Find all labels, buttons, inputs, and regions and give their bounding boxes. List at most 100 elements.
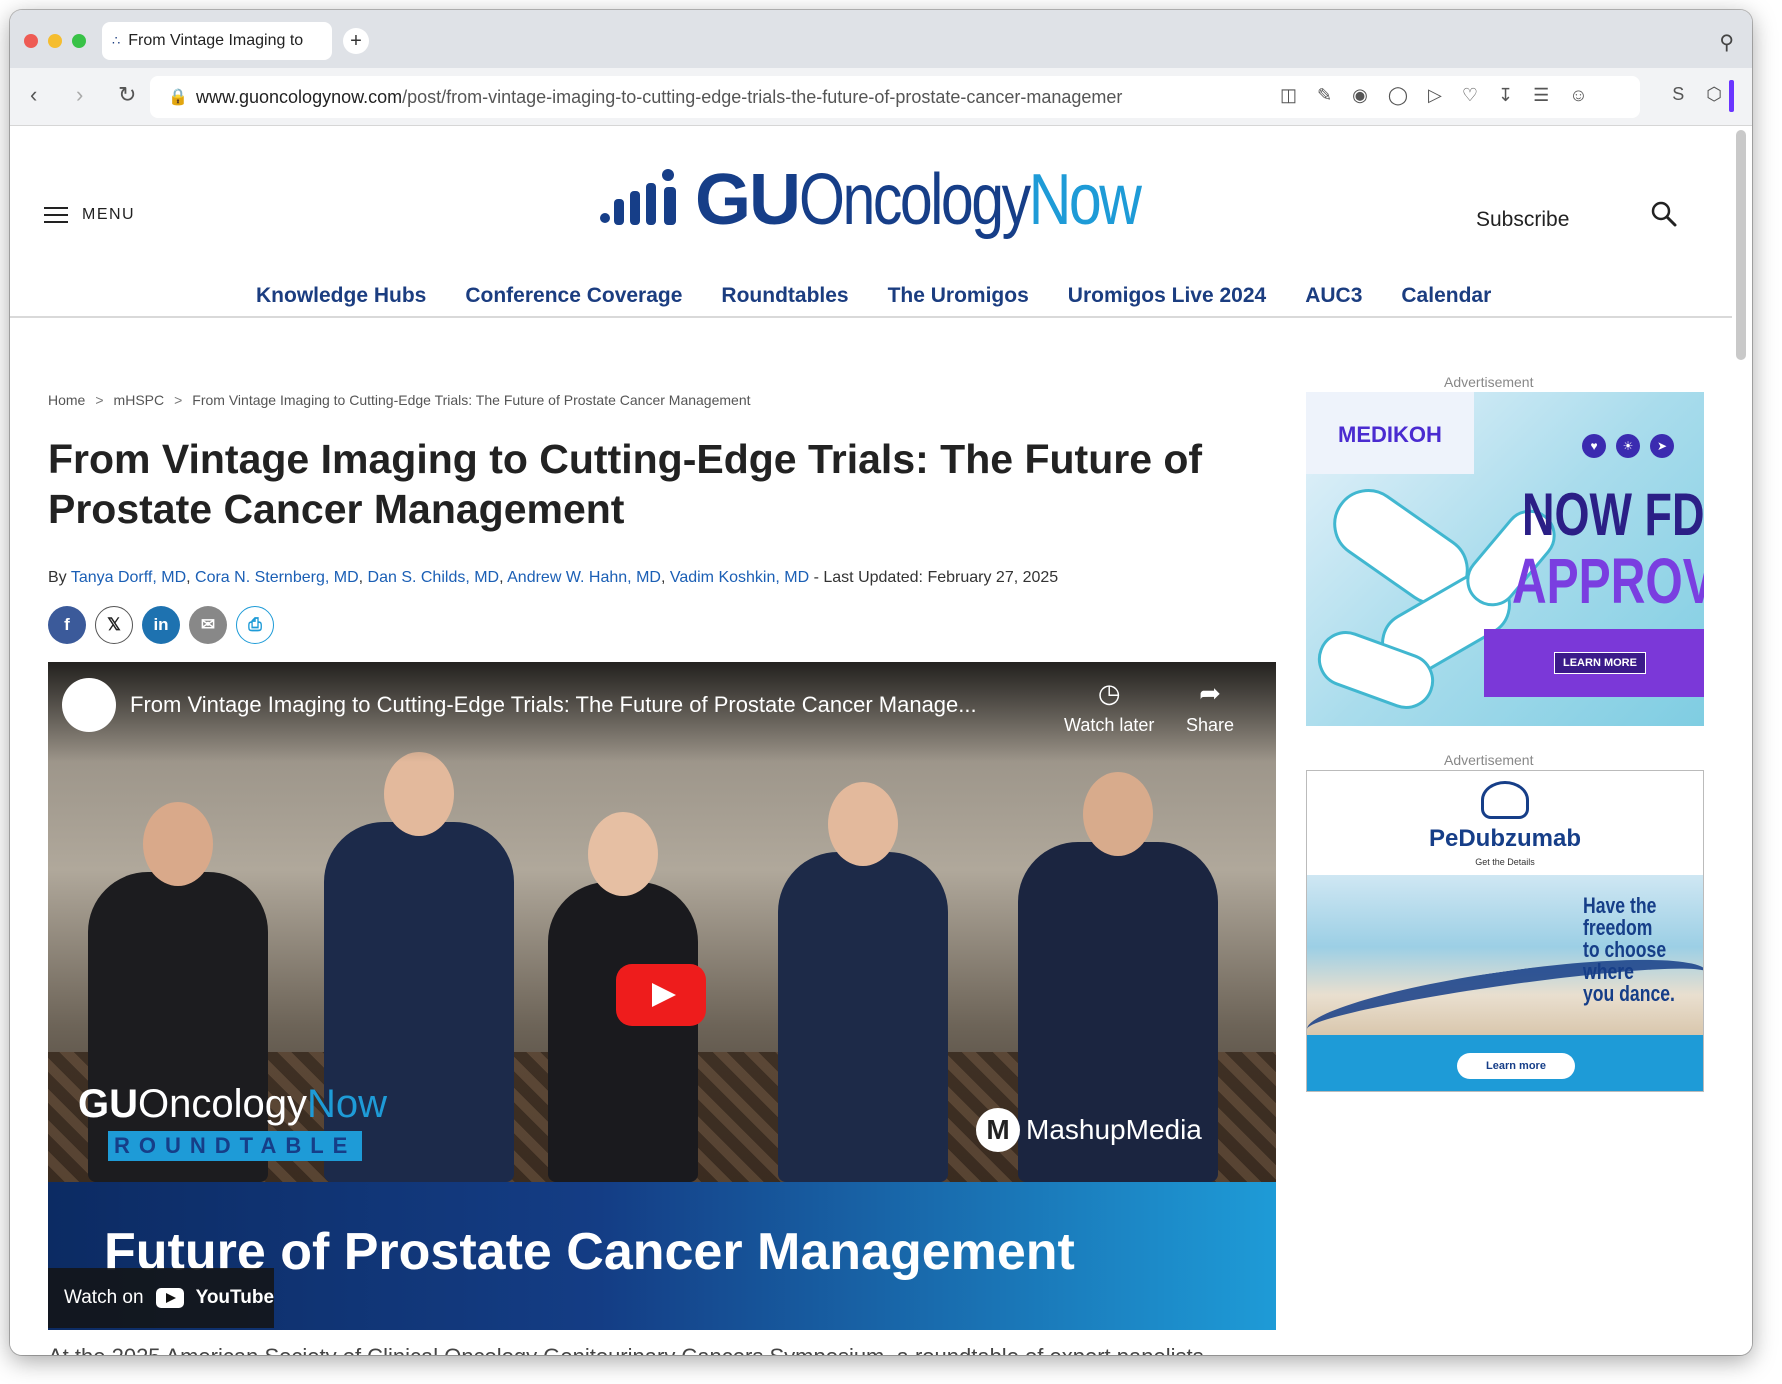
reload-button[interactable]: ↻ xyxy=(118,82,136,108)
author-link[interactable]: Andrew W. Hahn, MD xyxy=(507,569,661,586)
video-player[interactable]: From Vintage Imaging to Cutting-Edge Tri… xyxy=(48,662,1276,1330)
share-video-button[interactable]: ➦ Share xyxy=(1186,678,1234,736)
browser-tab[interactable]: ∴ From Vintage Imaging to xyxy=(102,22,332,60)
edit-icon[interactable]: ✎ xyxy=(1317,85,1332,106)
minimize-window-button[interactable] xyxy=(48,34,62,48)
vpn-icon[interactable]: ◯ xyxy=(1388,85,1408,106)
mashup-m-icon: M xyxy=(976,1108,1020,1152)
profile-icon[interactable]: ☺ xyxy=(1569,85,1587,106)
url-text[interactable]: www.guoncologynow.com/post/from-vintage-… xyxy=(196,87,1246,108)
nav-item-calendar[interactable]: Calendar xyxy=(1401,284,1491,308)
send-icon: ➤ xyxy=(1650,434,1674,458)
channel-avatar[interactable] xyxy=(62,678,116,732)
mashup-media-logo: M MashupMedia xyxy=(976,1108,1202,1152)
roundtable-logo: GUOncologyNow ROUNDTABLE xyxy=(78,1082,387,1161)
advertisement-label: Advertisement xyxy=(1444,752,1534,768)
ad-pedubzumab[interactable]: PeDubzumab Get the Details Have the free… xyxy=(1306,770,1704,1092)
byline-by: By xyxy=(48,569,67,586)
watch-later-label: Watch later xyxy=(1064,715,1155,735)
nav-item-auc3[interactable]: AUC3 xyxy=(1305,284,1362,308)
url-path: /post/from-vintage-imaging-to-cutting-ed… xyxy=(402,87,1123,107)
ad-medikoh-brand: MEDIKOH xyxy=(1338,422,1442,447)
last-updated: - Last Updated: February 27, 2025 xyxy=(809,569,1059,586)
site-logo[interactable]: GU OncologyNow xyxy=(600,164,1214,236)
clock-icon: ◷ xyxy=(1097,678,1121,708)
tab-bar: ∴ From Vintage Imaging to + ⚲ xyxy=(10,10,1752,68)
main-navigation: Knowledge Hubs Conference Coverage Round… xyxy=(10,272,1732,318)
heart-icon: ♥ xyxy=(1582,434,1606,458)
scrollbar[interactable] xyxy=(1736,130,1746,360)
nav-item-conference-coverage[interactable]: Conference Coverage xyxy=(465,284,682,308)
site-favicon-icon: ∴ xyxy=(112,33,121,48)
logo-dots-icon xyxy=(600,165,695,235)
ad-headline-line2: APPROVED xyxy=(1512,545,1704,617)
ad-medikoh-logo: MEDIKOH xyxy=(1306,392,1474,474)
ad-learn-more-button[interactable]: LEARN MORE xyxy=(1554,652,1646,674)
zoom-window-button[interactable] xyxy=(72,34,86,48)
nav-item-knowledge-hubs[interactable]: Knowledge Hubs xyxy=(256,284,426,308)
logo-now: Now xyxy=(1028,160,1142,240)
close-window-button[interactable] xyxy=(24,34,38,48)
tab-search-icon[interactable]: ⚲ xyxy=(1719,30,1734,55)
author-link[interactable]: Dan S. Childs, MD xyxy=(368,569,500,586)
url-field[interactable]: 🔒 www.guoncologynow.com/post/from-vintag… xyxy=(150,76,1640,118)
author-link[interactable]: Tanya Dorff, MD xyxy=(71,569,186,586)
logo-gu: GU xyxy=(695,160,801,240)
roundtable-logo-gu: GU xyxy=(78,1082,138,1126)
play-button[interactable] xyxy=(616,964,706,1026)
sidebar-toggle[interactable] xyxy=(1729,80,1734,112)
watch-later-button[interactable]: ◷ Watch later xyxy=(1064,678,1154,736)
subscribe-link[interactable]: Subscribe xyxy=(1476,208,1569,232)
ad-learn-more-button[interactable]: Learn more xyxy=(1457,1053,1575,1079)
nav-item-the-uromigos[interactable]: The Uromigos xyxy=(888,284,1029,308)
breadcrumb-separator: > xyxy=(174,392,183,408)
toolbar-icons: ◫ ✎ ◉ ◯ ▷ ♡ ↧ ☰ ☺ xyxy=(1280,85,1588,106)
email-share-icon[interactable]: ✉ xyxy=(189,606,227,644)
ad-brand-tagline: Get the Details xyxy=(1475,857,1535,867)
breadcrumb-mhspc[interactable]: mHSPC xyxy=(114,392,165,408)
share-label: Share xyxy=(1186,715,1235,735)
nav-item-roundtables[interactable]: Roundtables xyxy=(721,284,848,308)
download-icon[interactable]: ↧ xyxy=(1498,85,1513,106)
new-tab-button[interactable]: + xyxy=(343,28,369,54)
browser-window: ∴ From Vintage Imaging to + ⚲ ‹ › ↻ 🔒 ww… xyxy=(10,10,1752,1355)
linkedin-share-icon[interactable]: in xyxy=(142,606,180,644)
heart-icon[interactable]: ♡ xyxy=(1462,85,1478,106)
breadcrumb-current: From Vintage Imaging to Cutting-Edge Tri… xyxy=(192,392,751,408)
play-icon[interactable]: ▷ xyxy=(1428,85,1442,106)
ad-headline-line1: NOW FDA xyxy=(1522,481,1704,548)
camera-icon[interactable]: ◉ xyxy=(1352,85,1368,106)
nav-item-uromigos-live-2024[interactable]: Uromigos Live 2024 xyxy=(1068,284,1266,308)
page-viewport: MENU GU OncologyNow Subscribe Knowledge … xyxy=(10,126,1752,1355)
site-search-icon[interactable] xyxy=(1650,200,1678,228)
author-link[interactable]: Cora N. Sternberg, MD xyxy=(195,569,359,586)
menu-button[interactable]: MENU xyxy=(44,206,135,224)
breadcrumb-separator: > xyxy=(95,392,104,408)
video-title[interactable]: From Vintage Imaging to Cutting-Edge Tri… xyxy=(130,692,977,718)
roundtable-label: ROUNDTABLE xyxy=(108,1131,363,1161)
roundtable-logo-oncology: Oncology xyxy=(138,1082,307,1126)
hamburger-icon xyxy=(44,207,68,223)
ad-medikoh[interactable]: MEDIKOH ♥ ☀ ➤ NOW FDA APPROVED LEARN MOR… xyxy=(1306,392,1704,726)
forward-button[interactable]: › xyxy=(76,82,83,108)
breadcrumb-home[interactable]: Home xyxy=(48,392,85,408)
youtube-label: YouTube xyxy=(195,1287,275,1308)
cube-icon[interactable]: ⬡ xyxy=(1706,84,1722,105)
facebook-share-icon[interactable]: f xyxy=(48,606,86,644)
lotus-icon xyxy=(1481,781,1529,819)
logo-oncology: Oncology xyxy=(799,160,1031,240)
print-icon[interactable]: ⎙ xyxy=(236,606,274,644)
breadcrumb: Home > mHSPC > From Vintage Imaging to C… xyxy=(48,392,751,408)
reader-icon[interactable]: ◫ xyxy=(1280,85,1297,106)
extension-s-icon[interactable]: S xyxy=(1672,84,1684,105)
x-share-icon[interactable]: 𝕏 xyxy=(95,606,133,644)
back-button[interactable]: ‹ xyxy=(30,82,37,108)
author-link[interactable]: Vadim Koshkin, MD xyxy=(670,569,809,586)
watch-on-youtube-button[interactable]: Watch on YouTube xyxy=(48,1268,274,1328)
share-buttons: f 𝕏 in ✉ ⎙ xyxy=(48,606,274,644)
menu-label: MENU xyxy=(82,206,136,223)
share-arrow-icon: ➦ xyxy=(1199,678,1221,708)
menu-icon[interactable]: ☰ xyxy=(1533,85,1549,106)
mashup-label: MashupMedia xyxy=(1026,1114,1202,1145)
article-body-start: At the 2025 American Society of Clinical… xyxy=(48,1344,1204,1355)
